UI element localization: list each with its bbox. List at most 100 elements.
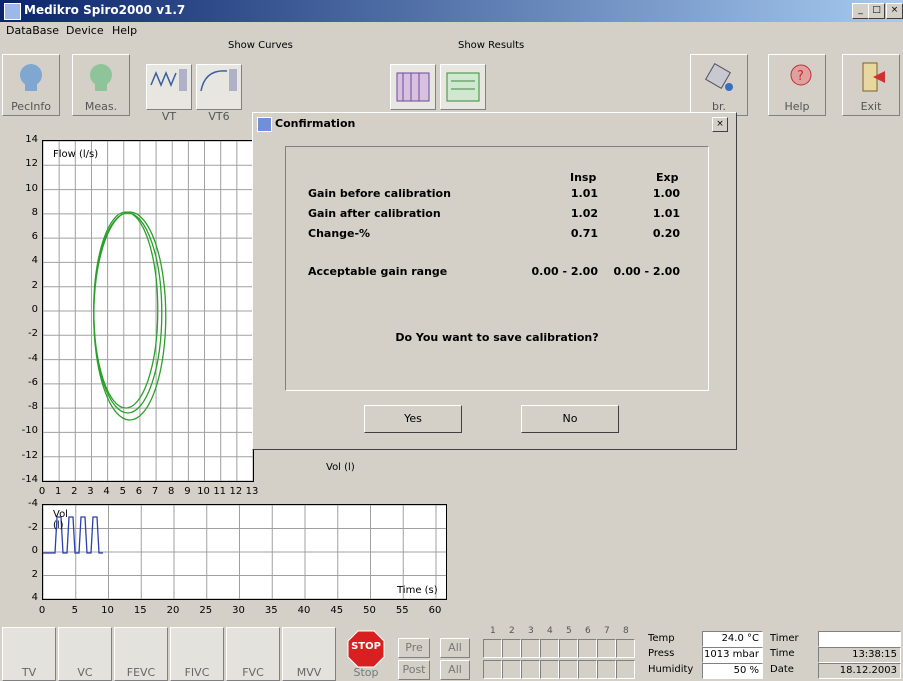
gain-before-insp: 1.01: [570, 187, 598, 200]
flow-x-tick-label: 13: [245, 486, 259, 497]
curve-vt-label: VT: [161, 110, 177, 123]
timer-value: [818, 631, 901, 647]
thumb-fivc-button[interactable]: FIVC: [170, 627, 224, 681]
time-y-tick-label: 2: [31, 568, 38, 580]
pre-all-button[interactable]: All: [440, 638, 470, 658]
stop-sign-text: STOP: [351, 641, 381, 652]
slot-number: 1: [490, 626, 496, 636]
thumb-tv-button[interactable]: TV: [2, 627, 56, 681]
calibration-syringe-icon: [705, 63, 733, 91]
vol-axis-label: Vol (l): [326, 462, 355, 473]
curve-vt-button[interactable]: VT: [146, 64, 192, 123]
show-curves-label: Show Curves: [228, 40, 293, 51]
thumb-fivc-label: FIVC: [184, 666, 210, 679]
change-percent-label: Change-%: [308, 227, 371, 240]
calibration-button[interactable]: br.: [690, 54, 748, 116]
post-slot-cell[interactable]: [578, 660, 597, 679]
pre-button[interactable]: Pre: [398, 638, 430, 658]
thumb-fvc-button[interactable]: FVC: [226, 627, 280, 681]
menu-device[interactable]: Device: [66, 24, 104, 37]
app-icon: [4, 3, 21, 20]
slot-number: 2: [509, 626, 515, 636]
press-label: Press: [648, 648, 675, 659]
results-bar-button[interactable]: [440, 64, 486, 110]
humidity-label: Humidity: [648, 664, 694, 675]
stop-button[interactable]: STOP Stop: [340, 627, 392, 679]
stop-label: Stop: [353, 666, 379, 679]
exit-label: Exit: [860, 100, 882, 113]
flow-volume-loop: [93, 211, 159, 409]
minimize-button[interactable]: _: [852, 3, 869, 19]
slot-number: 8: [623, 626, 629, 636]
close-button[interactable]: ×: [886, 3, 903, 19]
slot-number: 5: [566, 626, 572, 636]
flow-y-tick-label: 0: [31, 304, 38, 315]
no-button[interactable]: No: [521, 405, 619, 433]
time-y-tick-label: 4: [31, 592, 38, 603]
volume-time-grid: [42, 504, 446, 600]
yes-button[interactable]: Yes: [364, 405, 462, 433]
thumb-fevc-button[interactable]: FEVC: [114, 627, 168, 681]
results-table-button[interactable]: [390, 64, 436, 110]
time-y-tick-label: 0: [31, 545, 38, 556]
measure-label: Meas.: [84, 100, 118, 113]
post-slot-cell[interactable]: [597, 660, 616, 679]
vt-curve-icon: [150, 69, 187, 91]
pre-slot-cell[interactable]: [616, 639, 635, 658]
menu-help[interactable]: Help: [112, 24, 137, 37]
pre-slot-cell[interactable]: [483, 639, 502, 658]
gain-after-insp: 1.02: [570, 207, 598, 220]
post-button[interactable]: Post: [398, 660, 430, 680]
dialog-title-bar: Confirmation ×: [255, 115, 732, 133]
flow-y-tick-label: -10: [21, 425, 38, 437]
measure-button[interactable]: Meas.: [72, 54, 130, 116]
menu-database[interactable]: DataBase: [6, 24, 59, 37]
volume-time-plot: Vol (l) Time (s): [42, 504, 447, 600]
curve-vt6-button[interactable]: VT6: [196, 64, 242, 123]
flow-y-tick-label: -6: [28, 376, 38, 388]
post-all-button[interactable]: All: [440, 660, 470, 680]
post-slot-cell[interactable]: [616, 660, 635, 679]
time-x-tick-label: 55: [395, 605, 409, 616]
patient-info-button[interactable]: PecInfo: [2, 54, 60, 116]
time-x-tick-label: 15: [133, 605, 147, 616]
post-slot-cell[interactable]: [540, 660, 559, 679]
flow-y-tick-label: 6: [31, 231, 38, 243]
measure-head-icon: [90, 64, 112, 91]
pre-slot-cell[interactable]: [502, 639, 521, 658]
vt6-curve-icon: [200, 69, 237, 92]
post-slot-cell[interactable]: [521, 660, 540, 679]
pre-slot-cell[interactable]: [521, 639, 540, 658]
post-slot-cell[interactable]: [559, 660, 578, 679]
calibration-results-panel: Insp Exp Gain before calibration 1.01 1.…: [285, 146, 709, 391]
pre-slot-cell[interactable]: [540, 639, 559, 658]
pre-slot-cell[interactable]: [597, 639, 616, 658]
flow-volume-grid: [42, 140, 254, 482]
thumb-mvv-button[interactable]: MVV: [282, 627, 336, 681]
slot-number: 3: [528, 626, 534, 636]
gain-before-exp: 1.00: [652, 187, 680, 200]
dialog-close-button[interactable]: ×: [712, 117, 728, 132]
results-table-icon: [396, 72, 430, 102]
time-x-tick-label: 45: [330, 605, 344, 616]
gain-range-label: Acceptable gain range: [308, 265, 448, 278]
thumb-vc-button[interactable]: VC: [58, 627, 112, 681]
time-x-tick-label: 10: [101, 605, 114, 616]
pre-slot-cell[interactable]: [559, 639, 578, 658]
help-button[interactable]: ? Help: [768, 54, 826, 116]
humidity-value: 50 %: [702, 663, 763, 679]
maximize-button[interactable]: □: [868, 3, 885, 19]
exit-button[interactable]: Exit: [842, 54, 900, 116]
time-x-tick-label: 30: [232, 605, 245, 616]
time-x-tick-label: 5: [71, 605, 78, 616]
pre-slot-cell[interactable]: [578, 639, 597, 658]
thumb-fvc-label: FVC: [242, 666, 264, 679]
post-slot-cell[interactable]: [483, 660, 502, 679]
time-x-tick-label: 60: [428, 605, 442, 616]
post-slot-cell[interactable]: [502, 660, 521, 679]
patient-head-icon: [20, 64, 42, 91]
dialog-app-icon: [257, 117, 272, 132]
flow-y-tick-label: 8: [31, 206, 38, 218]
slot-number: 6: [585, 626, 591, 636]
flow-y-tick-label: 4: [31, 255, 38, 267]
